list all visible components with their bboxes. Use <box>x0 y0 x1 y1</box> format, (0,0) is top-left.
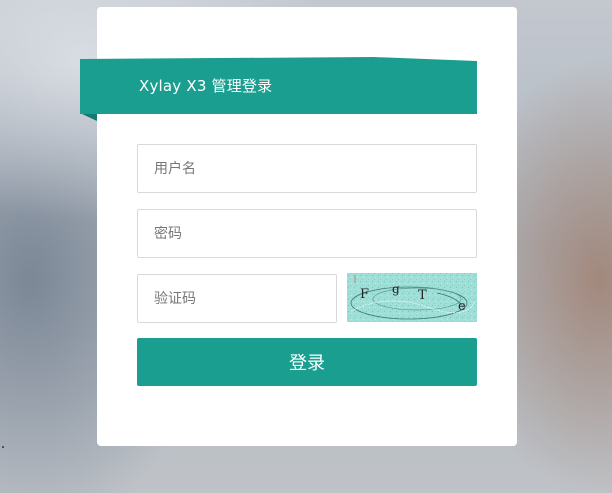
captcha-char: g <box>392 282 400 296</box>
background-speck <box>2 446 4 448</box>
password-input[interactable] <box>137 209 477 258</box>
page-title: Xylay X3 管理登录 <box>139 77 273 95</box>
login-button[interactable]: 登录 <box>137 338 477 386</box>
captcha-input[interactable] <box>137 274 337 323</box>
title-banner: Xylay X3 管理登录 <box>80 57 477 114</box>
ribbon-fold <box>80 113 97 121</box>
username-input[interactable] <box>137 144 477 193</box>
captcha-graphic: F g T e <box>347 273 477 322</box>
captcha-char: T <box>418 288 427 303</box>
captcha-char: F <box>360 287 369 302</box>
captcha-image[interactable]: F g T e <box>347 273 477 322</box>
captcha-char: e <box>458 299 466 314</box>
